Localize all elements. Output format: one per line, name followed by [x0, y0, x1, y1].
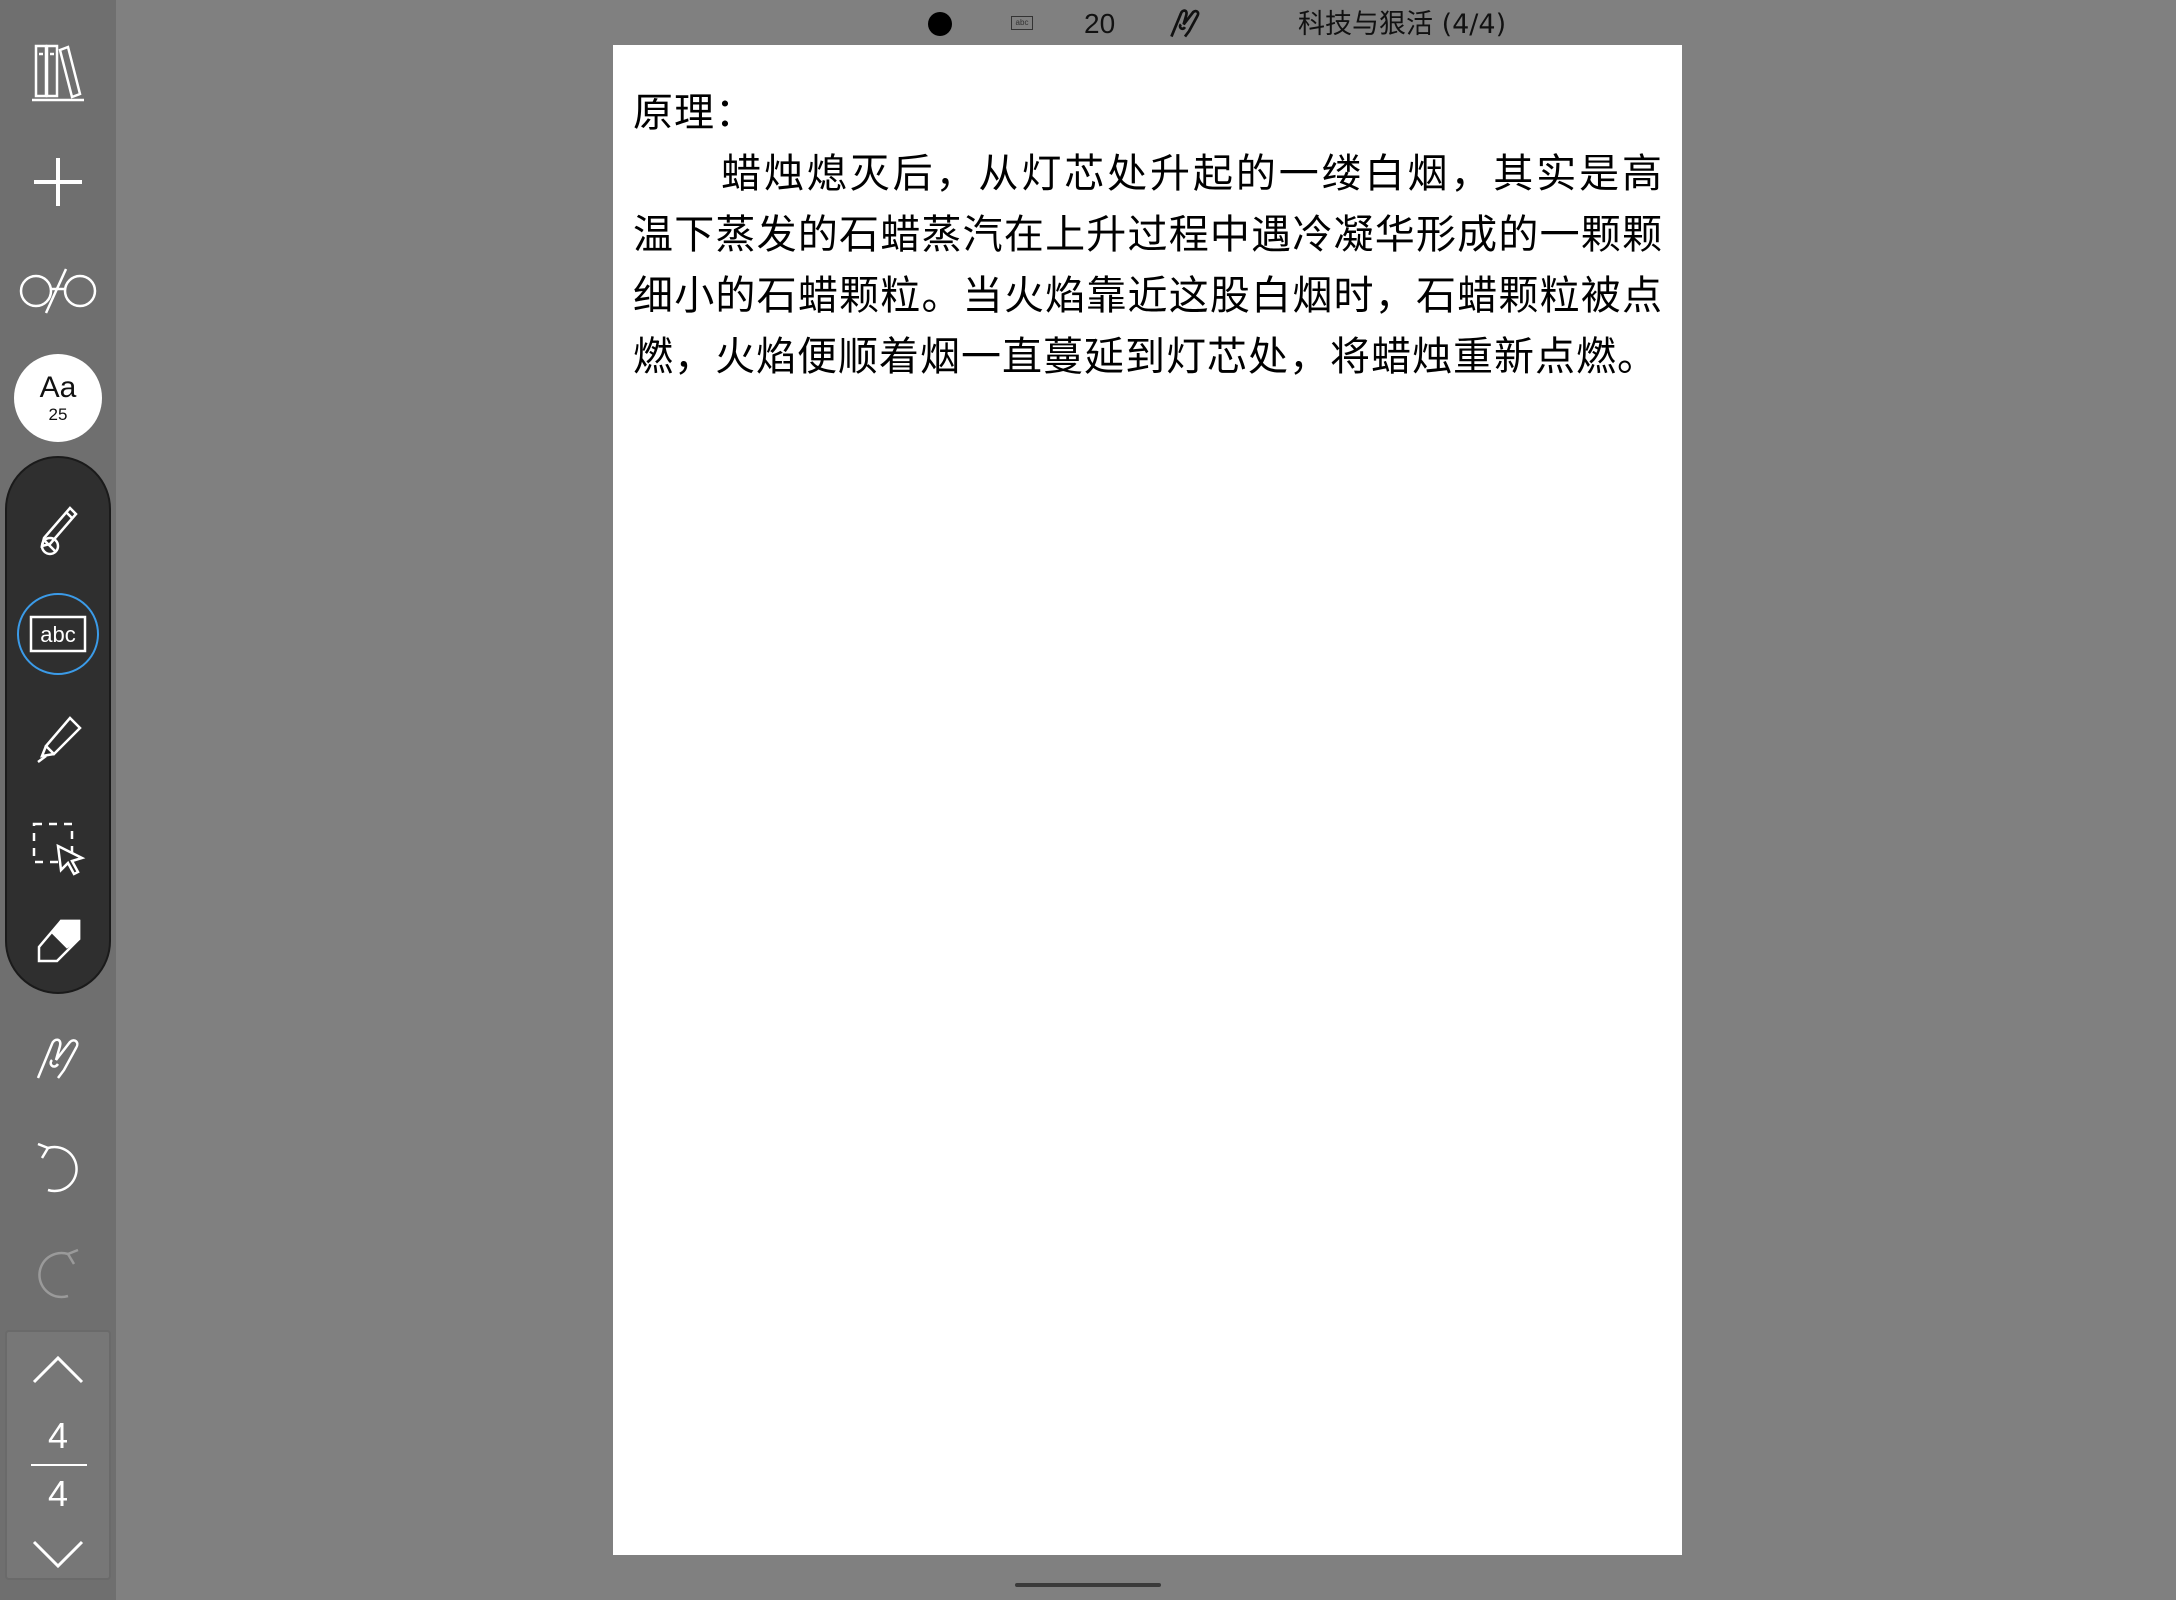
redo-icon [34, 1242, 82, 1302]
record-dot-icon[interactable] [928, 12, 952, 36]
pencil-off-icon [32, 500, 84, 560]
text-box-icon: abc [29, 615, 87, 653]
hand-icon[interactable] [1166, 4, 1204, 46]
left-toolbar: Aa 25 abc 4 4 [0, 0, 116, 1600]
page-navigator: 4 4 [5, 1330, 111, 1580]
document-page[interactable]: 原理： 蜡烛熄灭后，从灯芯处升起的一缕白烟，其实是高温下蒸发的石蜡蒸汽在上升过程… [613, 45, 1682, 1555]
reading-mode-button[interactable] [0, 240, 116, 340]
body-paragraph: 蜡烛熄灭后，从灯芯处升起的一缕白烟，其实是高温下蒸发的石蜡蒸汽在上升过程中遇冷凝… [633, 151, 1663, 380]
page-divider [31, 1464, 87, 1466]
font-size-value: 25 [48, 405, 68, 424]
undo-button[interactable] [0, 1116, 116, 1216]
glasses-icon [16, 265, 100, 315]
library-icon [30, 40, 86, 104]
select-tool[interactable] [7, 800, 109, 900]
plus-icon [32, 156, 84, 208]
selected-indicator: abc [17, 593, 99, 675]
eraser-tool[interactable] [7, 894, 109, 994]
home-indicator[interactable] [1015, 1583, 1161, 1587]
select-icon [28, 818, 88, 882]
current-page: 4 [47, 1415, 69, 1456]
text-box-label: abc [40, 622, 75, 647]
annotation-tools: abc [5, 456, 111, 994]
hand-icon [30, 1030, 86, 1086]
text-box-icon[interactable]: abc [1011, 16, 1033, 30]
highlighter-tool[interactable] [7, 692, 109, 792]
zoom-level[interactable]: 20 [1084, 8, 1115, 40]
font-label: Aa [39, 371, 77, 404]
text-box-tool[interactable]: abc [7, 584, 109, 684]
font-size-button[interactable]: Aa 25 [14, 354, 102, 442]
chevron-down-icon [32, 1540, 84, 1569]
total-pages: 4 [47, 1473, 69, 1514]
reader-app: Aa 25 abc 4 4 abc 20 科技与狠活 (4/4) 原理： 蜡烛熄… [0, 0, 2176, 1600]
redo-button[interactable] [0, 1222, 116, 1322]
document-title: 科技与狠活 (4/4) [1298, 9, 1507, 40]
chevron-up-icon [32, 1355, 84, 1384]
section-heading: 原理： [633, 90, 756, 136]
page-text: 原理： 蜡烛熄灭后，从灯芯处升起的一缕白烟，其实是高温下蒸发的石蜡蒸汽在上升过程… [633, 83, 1663, 388]
status-bar: abc 20 科技与狠活 (4/4) [116, 0, 2176, 46]
hand-tool-button[interactable] [0, 1008, 116, 1108]
undo-icon [34, 1136, 82, 1196]
library-button[interactable] [0, 22, 116, 122]
add-button[interactable] [0, 132, 116, 232]
page-down-button[interactable] [7, 1538, 109, 1578]
pencil-tool[interactable] [7, 480, 109, 580]
highlighter-icon [30, 712, 86, 772]
eraser-icon [31, 917, 85, 971]
page-up-button[interactable] [7, 1352, 109, 1392]
